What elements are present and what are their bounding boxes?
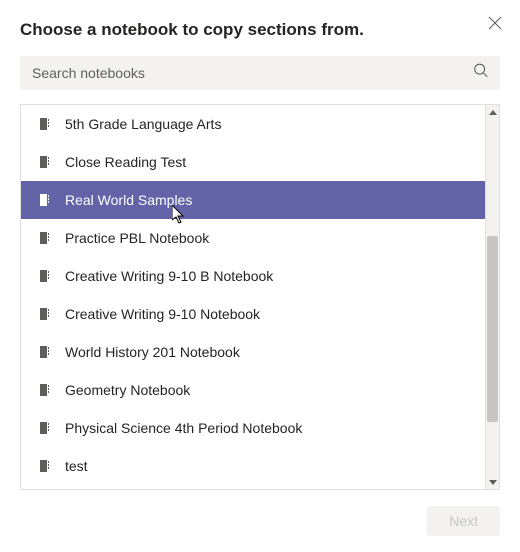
notebook-item[interactable]: Geometry Notebook bbox=[21, 371, 485, 409]
notebook-icon bbox=[37, 345, 51, 359]
notebook-icon bbox=[37, 155, 51, 169]
scrollbar[interactable] bbox=[485, 105, 499, 489]
notebook-label: Creative Writing 9-10 B Notebook bbox=[65, 268, 273, 284]
notebook-item[interactable]: 5th Grade Language Arts bbox=[21, 105, 485, 143]
next-button[interactable]: Next bbox=[427, 506, 500, 536]
notebook-icon bbox=[37, 383, 51, 397]
notebook-icon bbox=[37, 307, 51, 321]
notebook-item[interactable]: Practice PBL Notebook bbox=[21, 219, 485, 257]
notebook-item[interactable]: Real World Samples bbox=[21, 181, 485, 219]
dialog: Choose a notebook to copy sections from.… bbox=[0, 0, 520, 552]
dialog-title: Choose a notebook to copy sections from. bbox=[20, 20, 364, 40]
scroll-track[interactable] bbox=[486, 119, 499, 475]
notebook-label: Creative Writing 9-10 Notebook bbox=[65, 306, 260, 322]
notebook-label: Physical Science 4th Period Notebook bbox=[65, 420, 302, 436]
search-input[interactable] bbox=[20, 56, 500, 90]
notebook-list: 5th Grade Language Arts Close Reading Tes… bbox=[21, 105, 485, 489]
notebook-label: Geometry Notebook bbox=[65, 382, 190, 398]
notebook-item[interactable]: World History 201 Notebook bbox=[21, 333, 485, 371]
notebook-icon bbox=[37, 269, 51, 283]
notebook-label: Practice PBL Notebook bbox=[65, 230, 209, 246]
notebook-label: World History 201 Notebook bbox=[65, 344, 240, 360]
notebook-icon bbox=[37, 421, 51, 435]
notebook-icon bbox=[37, 117, 51, 131]
notebook-item[interactable]: Close Reading Test bbox=[21, 143, 485, 181]
scroll-down-arrow[interactable] bbox=[486, 475, 499, 489]
notebook-icon bbox=[37, 193, 51, 207]
dialog-header: Choose a notebook to copy sections from. bbox=[20, 20, 500, 40]
scroll-up-arrow[interactable] bbox=[486, 105, 499, 119]
notebook-item[interactable]: Creative Writing 9-10 B Notebook bbox=[21, 257, 485, 295]
notebook-label: test bbox=[65, 458, 88, 474]
notebook-list-container: 5th Grade Language Arts Close Reading Tes… bbox=[20, 104, 500, 490]
notebook-label: 5th Grade Language Arts bbox=[65, 116, 221, 132]
dialog-footer: Next bbox=[20, 490, 500, 536]
notebook-label: Close Reading Test bbox=[65, 154, 186, 170]
notebook-label: Real World Samples bbox=[65, 192, 192, 208]
notebook-icon bbox=[37, 459, 51, 473]
notebook-item[interactable]: Physical Science 4th Period Notebook bbox=[21, 409, 485, 447]
search-container bbox=[20, 56, 500, 90]
close-button[interactable] bbox=[486, 14, 504, 36]
notebook-item[interactable]: Creative Writing 9-10 Notebook bbox=[21, 295, 485, 333]
notebook-icon bbox=[37, 231, 51, 245]
scroll-thumb[interactable] bbox=[487, 236, 498, 421]
close-icon bbox=[488, 17, 502, 34]
notebook-item[interactable]: test bbox=[21, 447, 485, 485]
